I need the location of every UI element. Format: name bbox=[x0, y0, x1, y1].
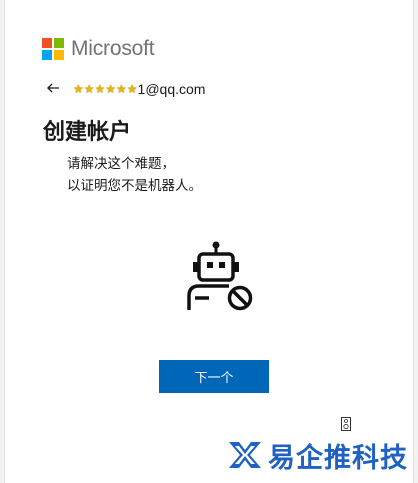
instruction-line-1: 请解决这个难题， bbox=[67, 156, 175, 172]
watermark: 易企推科技 bbox=[226, 434, 408, 476]
arrow-left-icon[interactable] bbox=[45, 80, 63, 98]
instruction-text: 请解决这个难题， 以证明您不是机器人。 bbox=[67, 153, 202, 197]
masked-email-stars: ★★★★★★ bbox=[73, 82, 138, 96]
microsoft-logo: Microsoft bbox=[42, 37, 155, 61]
identity-banner: ★★★★★★ 1@qq.com bbox=[45, 79, 205, 99]
signup-dialog: Microsoft ★★★★★★ 1@qq.com 创建帐户 请解决这个难题， … bbox=[4, 0, 414, 483]
instruction-line-2: 以证明您不是机器人。 bbox=[67, 178, 202, 194]
page-title: 创建帐户 bbox=[43, 120, 132, 145]
brand-name: Microsoft bbox=[71, 37, 155, 60]
watermark-text: 易企推科技 bbox=[268, 442, 408, 474]
speaker-icon[interactable] bbox=[341, 417, 351, 431]
microsoft-squares-icon bbox=[42, 38, 64, 60]
robot-blocked-icon bbox=[187, 241, 253, 311]
next-button[interactable]: 下一个 bbox=[159, 360, 269, 393]
watermark-logo-icon bbox=[229, 442, 261, 468]
email-suffix: 1@qq.com bbox=[137, 81, 206, 97]
